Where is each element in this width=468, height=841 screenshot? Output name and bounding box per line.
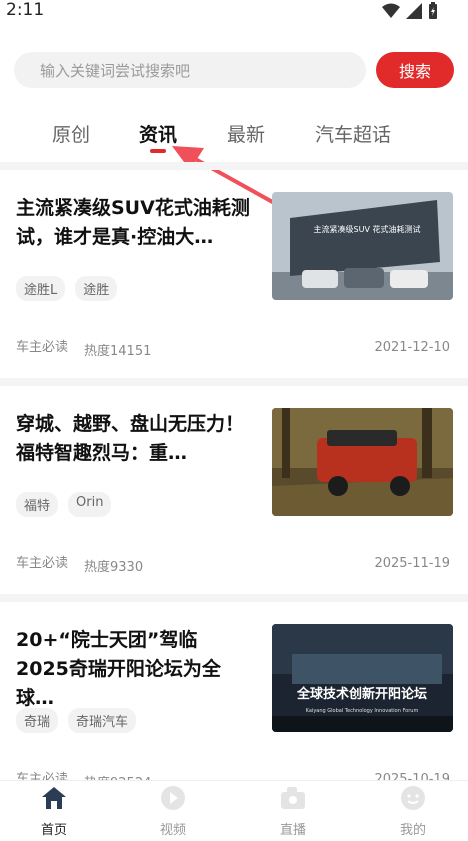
nav-label: 直播 — [279, 823, 306, 838]
article-tag[interactable]: 福特 — [16, 492, 59, 517]
nav-label: 视频 — [159, 823, 186, 838]
article-heat: 热度14151 — [84, 344, 152, 359]
article-thumbnail — [272, 408, 453, 516]
home-icon — [42, 787, 66, 809]
thumbnail-caption: 全球技术创新开阳论坛 — [296, 686, 427, 702]
article-thumbnail: 全球技术创新开阳论坛 Kaiyang Global Technology Inn… — [272, 624, 453, 732]
article-tags: 福特 Orin — [16, 492, 112, 517]
article-title: 主流紧凑级SUV花式油耗测试，谁才是真·控油大… — [16, 197, 250, 248]
thumbnail-caption: 主流紧凑级SUV 花式油耗测试 — [314, 224, 421, 234]
article-thumbnail: 主流紧凑级SUV 花式油耗测试 — [272, 192, 453, 300]
article-card[interactable]: 穿城、越野、盘山无压力！福特智趣烈马：重… 福特 Orin 车主必读 热度933… — [0, 386, 468, 592]
section-divider — [0, 594, 468, 602]
profile-icon — [401, 786, 425, 810]
nav-home[interactable]: 首页 — [14, 785, 94, 838]
article-tags: 奇瑞 奇瑞汽车 — [16, 708, 137, 733]
nav-profile[interactable]: 我的 — [373, 785, 453, 838]
article-source: 车主必读 — [16, 556, 69, 571]
nav-label: 首页 — [40, 823, 67, 838]
video-icon — [161, 786, 185, 810]
section-divider — [0, 378, 468, 386]
article-source: 车主必读 — [16, 340, 69, 355]
bottom-navigation: 首页 视频 直播 我的 — [0, 780, 468, 841]
article-tag[interactable]: 奇瑞 — [16, 708, 59, 733]
article-tag[interactable]: 奇瑞汽车 — [68, 708, 137, 733]
article-heat: 热度9330 — [84, 560, 144, 575]
nav-live[interactable]: 直播 — [253, 785, 333, 838]
article-title: 20+“院士天团”驾临 2025奇瑞开阳论坛为全球… — [16, 629, 221, 709]
live-camera-icon — [281, 787, 305, 809]
article-date: 2025-11-19 — [374, 556, 450, 571]
article-tag[interactable]: 途胜L — [16, 276, 66, 301]
nav-video[interactable]: 视频 — [133, 785, 213, 838]
article-card[interactable]: 20+“院士天团”驾临 2025奇瑞开阳论坛为全球… 奇瑞 奇瑞汽车 车主必读 … — [0, 602, 468, 808]
thumbnail-subcaption: Kaiyang Global Technology Innovation For… — [306, 708, 419, 714]
article-tag[interactable]: 途胜 — [75, 276, 118, 301]
nav-label: 我的 — [399, 823, 426, 838]
article-tag[interactable]: Orin — [68, 492, 112, 517]
article-tags: 途胜L 途胜 — [16, 276, 118, 301]
article-date: 2021-12-10 — [374, 340, 450, 355]
article-card[interactable]: 主流紧凑级SUV花式油耗测试，谁才是真·控油大… 途胜L 途胜 车主必读 热度1… — [0, 170, 468, 376]
section-divider — [0, 162, 468, 170]
article-title: 穿城、越野、盘山无压力！福特智趣烈马：重… — [16, 413, 245, 464]
